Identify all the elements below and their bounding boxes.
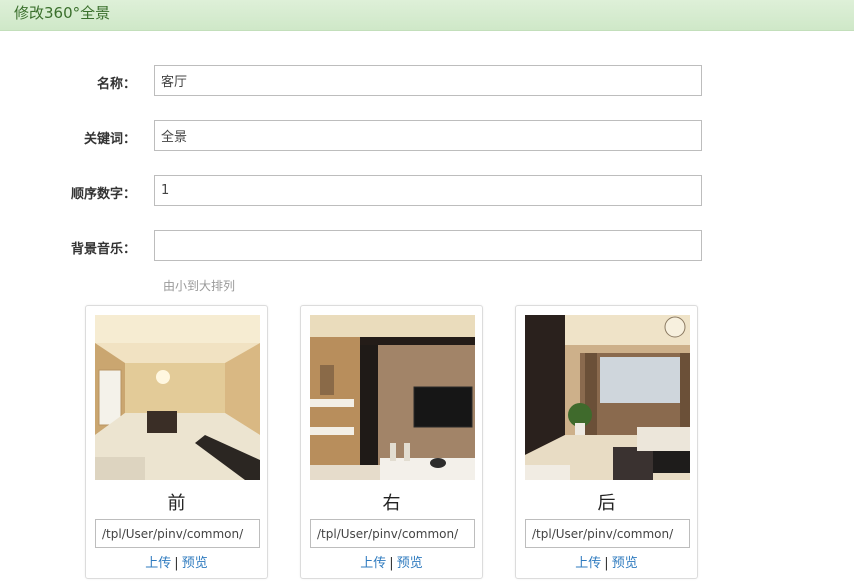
keywords-label: 关键词： — [83, 132, 136, 147]
card-actions-back: 上传 | 预览 — [516, 552, 697, 571]
order-hint: 由小到大排列 — [163, 279, 236, 293]
form-row-name: 名称： — [0, 65, 854, 99]
music-label: 背景音乐： — [70, 242, 136, 257]
panorama-thumbnail-back — [525, 315, 690, 480]
form-row-order: 顺序数字： — [0, 175, 854, 209]
panorama-thumbnail-front — [95, 315, 260, 480]
order-label: 顺序数字： — [70, 187, 136, 202]
page-header: 修改360°全景 — [0, 0, 854, 31]
upload-link-right[interactable]: 上传 — [360, 556, 386, 571]
upload-link-front[interactable]: 上传 — [145, 556, 171, 571]
card-actions-right: 上传 | 预览 — [301, 552, 482, 571]
path-input-right[interactable] — [310, 519, 475, 548]
separator: | — [174, 556, 179, 571]
card-actions-front: 上传 | 预览 — [86, 552, 267, 571]
preview-link-back[interactable]: 预览 — [612, 556, 638, 571]
name-label: 名称： — [96, 77, 136, 92]
page-title: 修改360°全景 — [14, 4, 111, 22]
path-input-back[interactable] — [525, 519, 690, 548]
card-title-front: 前 — [167, 493, 186, 514]
order-input[interactable] — [154, 175, 702, 206]
panorama-card-right: 右 上传|预览 — [300, 305, 483, 579]
card-title-right: 右 — [382, 493, 401, 514]
name-input[interactable] — [154, 65, 702, 96]
panorama-thumbnail-right — [310, 315, 475, 480]
music-input[interactable] — [154, 230, 702, 261]
form-row-keywords: 关键词： — [0, 120, 854, 154]
upload-link-back[interactable]: 上传 — [575, 556, 601, 571]
form-row-music: 背景音乐： — [0, 230, 854, 264]
card-title-back: 后 — [597, 493, 616, 514]
separator: | — [389, 556, 394, 571]
preview-link-front[interactable]: 预览 — [182, 556, 208, 571]
separator: | — [604, 556, 609, 571]
panorama-card-back: 后 上传|预览 — [515, 305, 698, 579]
panorama-card-front: 前 上传|预览 — [85, 305, 268, 579]
keywords-input[interactable] — [154, 120, 702, 151]
path-input-front[interactable] — [95, 519, 260, 548]
preview-link-right[interactable]: 预览 — [397, 556, 423, 571]
